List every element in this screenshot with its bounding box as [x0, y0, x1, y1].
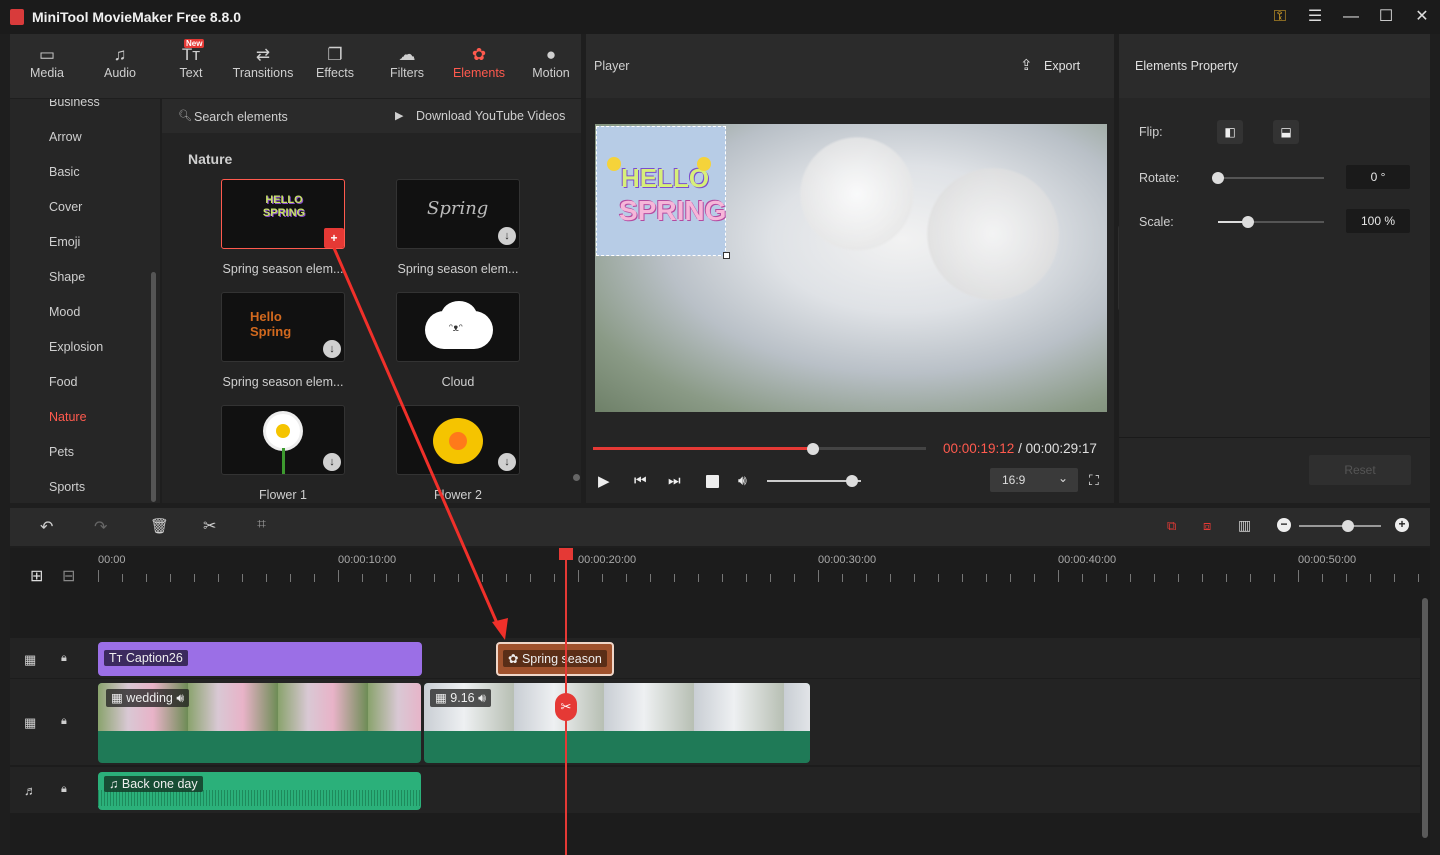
annotation-arrow — [332, 247, 508, 640]
